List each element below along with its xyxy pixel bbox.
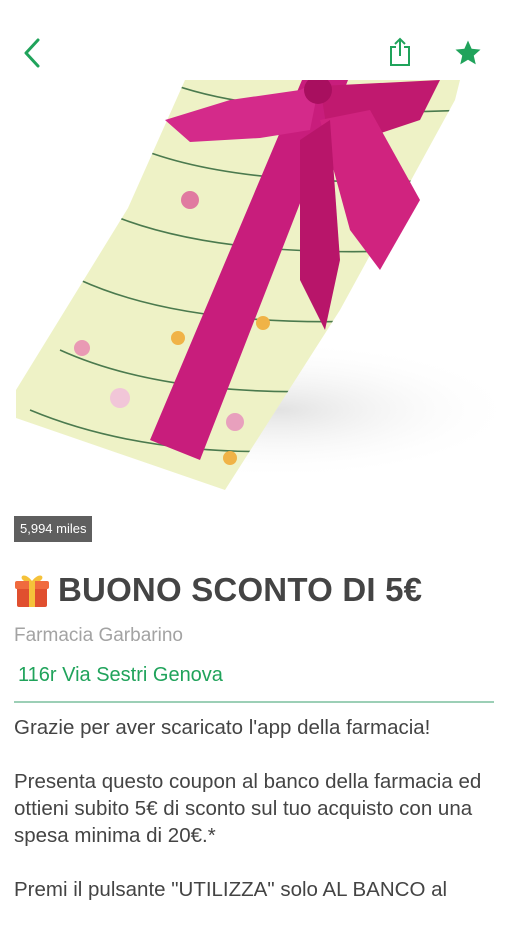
coupon-description: Grazie per aver scaricato l'app della fa… bbox=[14, 714, 498, 930]
share-icon bbox=[390, 37, 410, 66]
description-paragraph: Presenta questo coupon al banco della fa… bbox=[14, 770, 482, 847]
store-name: Farmacia Garbarino bbox=[14, 625, 183, 646]
description-paragraph: Premi il pulsante "UTILIZZA" solo AL BAN… bbox=[14, 878, 448, 901]
distance-badge: 5,994 miles bbox=[14, 516, 93, 542]
store-address-link[interactable]: 116r Via Sestri Genova bbox=[18, 664, 223, 687]
coupon-title: BUONO SCONTO DI 5€ bbox=[14, 568, 422, 612]
coupon-title-text: BUONO SCONTO DI 5€ bbox=[58, 571, 423, 608]
description-paragraph: Grazie per aver scaricato l'app della fa… bbox=[14, 716, 431, 739]
divider bbox=[14, 701, 494, 703]
back-button[interactable] bbox=[18, 36, 48, 70]
top-bar bbox=[0, 0, 507, 80]
favorite-button[interactable] bbox=[453, 38, 483, 68]
coupon-hero-image bbox=[0, 80, 507, 520]
gift-box-image bbox=[16, 80, 507, 490]
gift-icon bbox=[15, 575, 49, 607]
chevron-left-icon bbox=[24, 38, 40, 68]
star-icon bbox=[455, 40, 481, 65]
share-button[interactable] bbox=[386, 36, 414, 68]
